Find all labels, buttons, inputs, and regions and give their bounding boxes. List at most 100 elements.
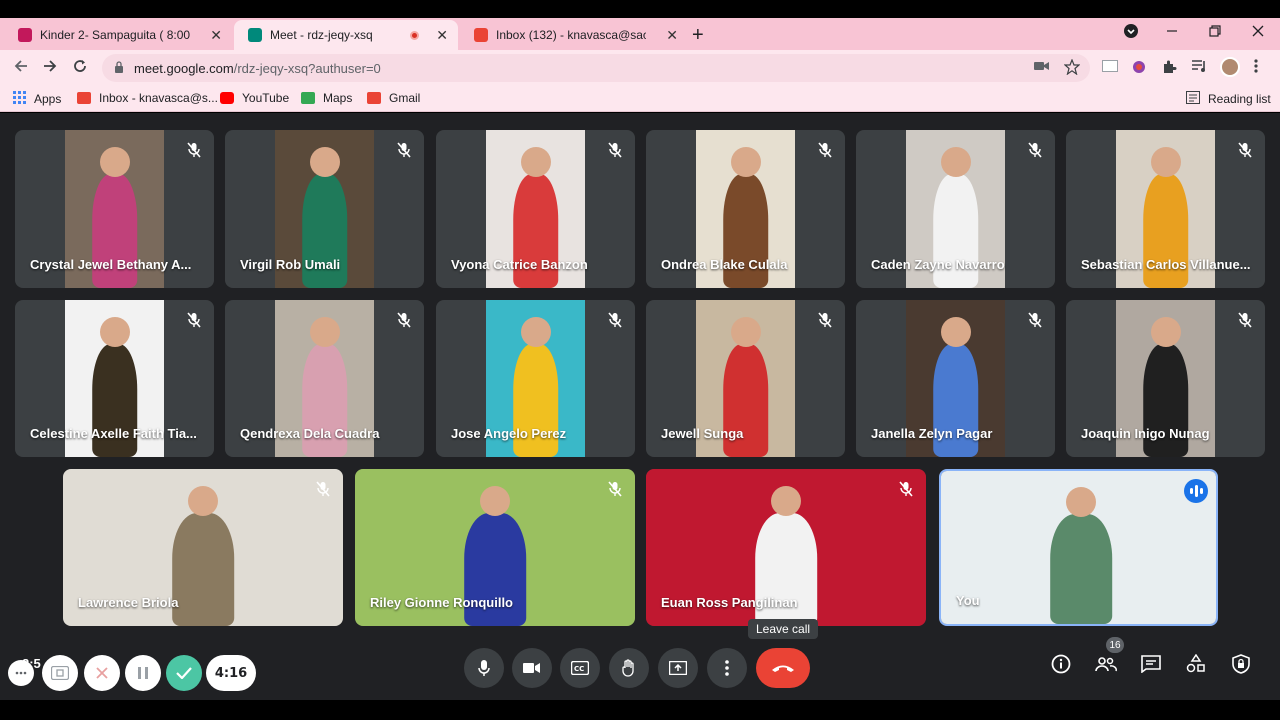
extensions-puzzle-icon[interactable]: [1161, 59, 1177, 79]
participant-head: [520, 147, 551, 178]
captions-button[interactable]: CC: [560, 648, 600, 688]
bookmark-inbox[interactable]: Inbox - knavasca@s...: [77, 91, 218, 105]
close-tab-icon[interactable]: ✕: [210, 27, 222, 44]
close-tab-icon[interactable]: ✕: [666, 27, 678, 44]
minimize-icon[interactable]: [1166, 24, 1178, 40]
host-controls-button[interactable]: [1229, 652, 1253, 676]
close-window-icon[interactable]: [1252, 24, 1264, 40]
recorder-discard-button[interactable]: [84, 655, 120, 691]
close-tab-icon[interactable]: ✕: [436, 27, 448, 44]
tab-title: Inbox (132) - knavasca@sacredh: [496, 28, 646, 42]
bookmark-label: Maps: [323, 91, 353, 105]
recorder-finish-button[interactable]: [166, 655, 202, 691]
restore-icon[interactable]: [1209, 24, 1221, 40]
address-bar[interactable]: meet.google.com/rdz-jeqy-xsq?authuser=0: [102, 54, 1090, 82]
participant-tile[interactable]: Jose Angelo Perez: [436, 300, 635, 457]
recorder-webcam-button[interactable]: [42, 655, 78, 691]
participant-name: Vyona Catrice Banzon: [451, 257, 588, 272]
participant-tile[interactable]: Lawrence Briola: [63, 469, 343, 626]
leave-call-tooltip: Leave call: [748, 619, 819, 639]
extension-color-icon[interactable]: [1131, 59, 1147, 79]
bookmark-star-icon[interactable]: [1063, 58, 1081, 79]
tab-inbox[interactable]: Inbox (132) - knavasca@sacredh ✕: [460, 20, 688, 50]
participant-name: Jewell Sunga: [661, 426, 744, 441]
participant-tile[interactable]: Celestine Axelle Faith Tia...: [15, 300, 214, 457]
media-control-icon[interactable]: [1191, 59, 1207, 77]
bookmark-maps[interactable]: Maps: [301, 91, 352, 105]
reload-icon[interactable]: [72, 58, 88, 79]
bookmark-gmail[interactable]: Gmail: [367, 91, 420, 105]
tab-search-icon[interactable]: [1124, 24, 1138, 41]
more-options-button[interactable]: [707, 648, 747, 688]
mic-off-icon: [1027, 312, 1043, 328]
participant-tile[interactable]: Joaquin Inigo Nunag: [1066, 300, 1265, 457]
lock-icon[interactable]: [114, 60, 124, 76]
participant-tile[interactable]: Ondrea Blake Culala: [646, 130, 845, 288]
close-icon: [96, 667, 108, 679]
profile-avatar[interactable]: [1220, 57, 1240, 77]
participant-tile[interactable]: Crystal Jewel Bethany A...: [15, 130, 214, 288]
mic-off-icon: [1027, 142, 1043, 158]
meeting-details-button[interactable]: [1049, 652, 1073, 676]
camera-in-use-icon[interactable]: [1034, 59, 1050, 76]
meet-favicon-icon: [248, 28, 262, 42]
participant-head: [940, 147, 971, 178]
bookmark-apps[interactable]: Apps: [13, 91, 61, 107]
participant-tile[interactable]: Virgil Rob Umali: [225, 130, 424, 288]
mic-off-icon: [607, 312, 623, 328]
participant-tile[interactable]: Caden Zayne Navarro: [856, 130, 1055, 288]
forward-icon[interactable]: [42, 58, 58, 79]
mic-off-icon: [1237, 142, 1253, 158]
participant-head: [730, 317, 761, 348]
participant-tile[interactable]: Vyona Catrice Banzon: [436, 130, 635, 288]
new-tab-button[interactable]: +: [692, 24, 704, 47]
camera-icon: [523, 663, 540, 673]
back-icon[interactable]: [13, 58, 29, 79]
leave-call-button[interactable]: [756, 648, 810, 688]
extension-tab-icon[interactable]: [1102, 59, 1118, 76]
participant-name: Jose Angelo Perez: [451, 426, 567, 441]
participant-tile[interactable]: Riley Gionne Ronquillo: [355, 469, 635, 626]
present-screen-icon: [669, 661, 687, 675]
participant-figure: [1050, 513, 1112, 624]
present-button[interactable]: [658, 648, 698, 688]
tab-meet[interactable]: Meet - rdz-jeqy-xsq ✕: [234, 20, 458, 50]
info-icon: [1051, 654, 1071, 674]
reading-list-label: Reading list: [1208, 92, 1271, 106]
participant-head: [99, 317, 130, 348]
camera-button[interactable]: [512, 648, 552, 688]
mic-off-icon: [898, 481, 914, 497]
tab-title: Meet - rdz-jeqy-xsq: [270, 28, 373, 42]
participant-tile[interactable]: Janella Zelyn Pagar: [856, 300, 1055, 457]
chat-button[interactable]: [1139, 652, 1163, 676]
mic-off-icon: [607, 481, 623, 497]
participant-name: Ondrea Blake Culala: [661, 257, 788, 272]
recorder-more-button[interactable]: [8, 660, 34, 686]
participant-name: Janella Zelyn Pagar: [871, 426, 993, 441]
recorder-pause-button[interactable]: [125, 655, 161, 691]
participant-tile[interactable]: You: [939, 469, 1218, 626]
more-vert-icon: [725, 660, 729, 676]
people-button[interactable]: [1094, 652, 1118, 676]
participant-tile[interactable]: Jewell Sunga: [646, 300, 845, 457]
participant-name: You: [956, 593, 980, 608]
menu-kebab-icon[interactable]: [1254, 59, 1258, 77]
recording-dot-icon: [410, 30, 419, 40]
chat-icon: [1141, 655, 1161, 673]
participant-tile[interactable]: Sebastian Carlos Villanue...: [1066, 130, 1265, 288]
microphone-button[interactable]: [464, 648, 504, 688]
hang-up-icon: [772, 665, 794, 672]
bookmark-youtube[interactable]: YouTube: [220, 91, 289, 105]
reading-list-button[interactable]: Reading list: [1186, 91, 1271, 107]
participant-figure: [172, 512, 234, 626]
activities-button[interactable]: [1184, 652, 1208, 676]
gmail-icon: [77, 92, 91, 104]
raise-hand-button[interactable]: [609, 648, 649, 688]
tab-title: Kinder 2- Sampaguita ( 8:00-10:0: [40, 28, 190, 42]
participant-tile[interactable]: Euan Ross Pangilinan: [646, 469, 926, 626]
people-icon: [1095, 657, 1117, 672]
tab-kinder[interactable]: Kinder 2- Sampaguita ( 8:00-10:0 ✕: [4, 20, 232, 50]
participant-name: Celestine Axelle Faith Tia...: [30, 426, 197, 441]
activities-shapes-icon: [1186, 654, 1205, 673]
participant-tile[interactable]: Qendrexa Dela Cuadra: [225, 300, 424, 457]
